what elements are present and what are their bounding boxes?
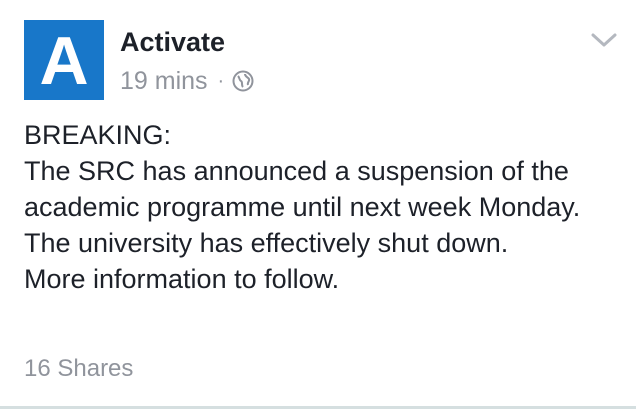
post-meta: 19 mins · <box>120 66 254 96</box>
chevron-down-icon[interactable] <box>590 30 618 50</box>
page-name-link[interactable]: Activate <box>120 26 225 58</box>
shares-count-link[interactable]: 16 Shares <box>24 354 133 384</box>
facebook-post: A Activate 19 mins · BREAKING: The SRC h… <box>0 0 636 409</box>
avatar-letter: A <box>39 23 89 99</box>
globe-icon[interactable] <box>232 70 254 92</box>
post-body-line: More information to follow. <box>24 264 340 294</box>
post-body-line: The SRC has announced a suspension of th… <box>24 156 581 258</box>
post-body: BREAKING: The SRC has announced a suspen… <box>24 117 620 297</box>
meta-separator: · <box>217 69 225 92</box>
post-timestamp[interactable]: 19 mins <box>120 67 208 96</box>
page-avatar[interactable]: A <box>24 20 104 100</box>
post-body-line: BREAKING: <box>24 120 172 150</box>
